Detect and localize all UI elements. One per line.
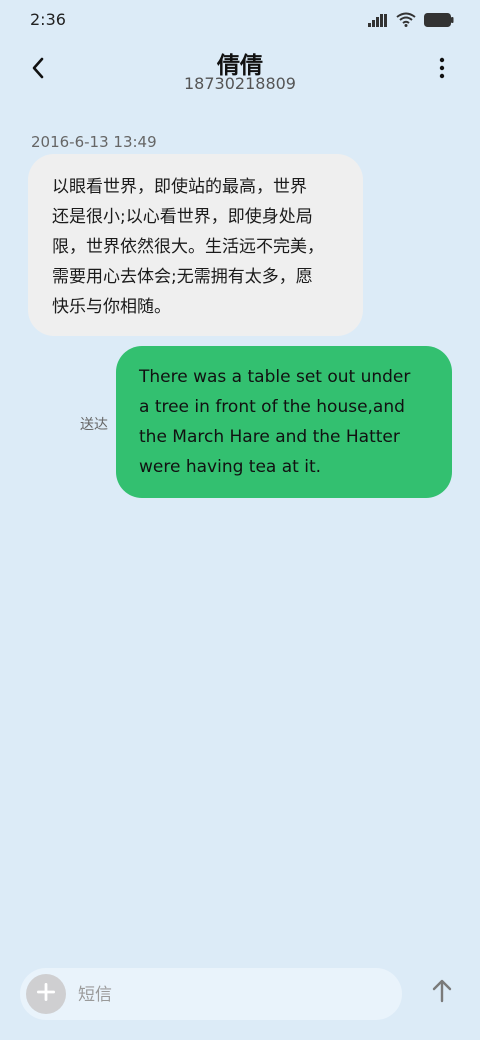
incoming-message-bubble[interactable]: 以眼看世界，即使站的最高，世界 还是很小;以心看世界，即使身处局 限，世界依然很… — [28, 154, 363, 336]
outgoing-message-line: There was a table set out under — [139, 367, 411, 387]
incoming-message-line: 还是很小;以心看世界，即使身处局 — [52, 207, 313, 227]
incoming-message-line: 快乐与你相随。 — [52, 297, 171, 317]
outgoing-message-line: a tree in front of the house,and — [139, 397, 405, 417]
message-composer — [20, 968, 402, 1020]
message-timestamp: 2016-6-13 13:49 — [31, 133, 157, 151]
send-button[interactable] — [424, 975, 460, 1011]
more-options-button[interactable] — [426, 54, 458, 86]
incoming-message-line: 限，世界依然很大。生活远不完美， — [52, 237, 324, 257]
contact-number: 18730218809 — [184, 74, 296, 93]
more-vertical-icon — [439, 57, 445, 83]
status-icons — [368, 12, 454, 31]
outgoing-message-bubble[interactable]: There was a table set out under a tree i… — [116, 346, 452, 498]
message-input[interactable] — [76, 976, 390, 1014]
arrow-up-icon — [431, 979, 453, 1007]
outgoing-message-line: the March Hare and the Hatter — [139, 427, 400, 447]
incoming-message-line: 需要用心去体会;无需拥有太多，愿 — [52, 267, 313, 287]
conversation-header: 倩倩 18730218809 — [0, 40, 480, 110]
incoming-message-line: 以眼看世界，即使站的最高，世界 — [52, 177, 307, 197]
battery-icon — [424, 12, 454, 31]
status-time: 2:36 — [30, 10, 66, 29]
add-attachment-button[interactable] — [26, 974, 66, 1014]
outgoing-message-line: were having tea at it. — [139, 457, 322, 477]
plus-icon — [36, 982, 56, 1006]
wifi-icon — [396, 12, 416, 31]
status-bar: 2:36 — [0, 0, 480, 40]
signal-icon — [368, 12, 388, 31]
delivery-status: 送达 — [80, 417, 108, 433]
